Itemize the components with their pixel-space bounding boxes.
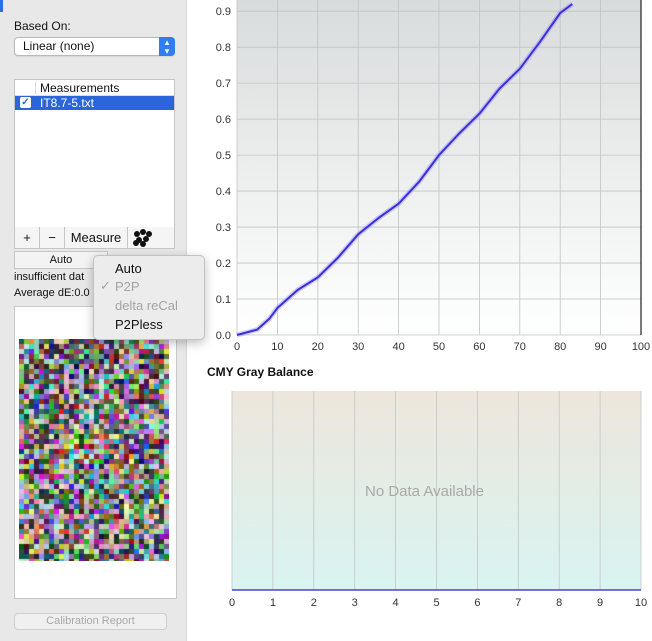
x-tick-label: 8 [556, 597, 562, 609]
y-tick-label: 0.3 [216, 222, 231, 234]
menu-item-delta-recal: delta reCal [115, 298, 178, 313]
x-tick-label: 40 [392, 341, 404, 353]
menu-item-p2p: P2P [115, 279, 140, 294]
checkmark-icon: ✓ [100, 278, 111, 293]
x-tick-label: 10 [271, 341, 283, 353]
y-tick-label: 0.4 [216, 186, 231, 198]
cmy-gray-balance-title: CMY Gray Balance [207, 365, 314, 379]
no-data-message: No Data Available [365, 483, 484, 500]
x-tick-label: 4 [393, 597, 399, 609]
menu-item-p2pless[interactable]: P2Pless [115, 317, 163, 332]
y-tick-label: 0.9 [216, 6, 231, 18]
x-tick-label: 10 [635, 597, 647, 609]
x-tick-label: 6 [474, 597, 480, 609]
mode-popup-menu: Auto ✓ P2P delta reCal P2Pless [93, 255, 205, 340]
x-tick-label: 50 [433, 341, 445, 353]
x-tick-label: 9 [597, 597, 603, 609]
y-tick-label: 0.5 [216, 150, 231, 162]
cmy-gray-balance-chart: 0 1 2 3 4 5 6 7 8 9 10 [229, 391, 647, 609]
x-tick-label: 20 [312, 341, 324, 353]
x-tick-label: 80 [554, 341, 566, 353]
y-tick-label: 0.7 [216, 78, 231, 90]
y-tick-label: 0.8 [216, 42, 231, 54]
y-tick-label: 0.6 [216, 114, 231, 126]
x-tick-label: 7 [515, 597, 521, 609]
x-tick-label: 70 [514, 341, 526, 353]
y-tick-label: 0.2 [216, 258, 231, 270]
x-tick-label: 30 [352, 341, 364, 353]
x-tick-label: 0 [234, 341, 240, 353]
x-tick-label: 60 [473, 341, 485, 353]
x-tick-label: 0 [229, 597, 235, 609]
x-tick-label: 3 [352, 597, 358, 609]
x-tick-label: 100 [632, 341, 650, 353]
y-tick-label: 0.1 [216, 294, 231, 306]
x-tick-label: 90 [594, 341, 606, 353]
x-tick-label: 5 [433, 597, 439, 609]
x-tick-label: 2 [311, 597, 317, 609]
menu-item-auto[interactable]: Auto [115, 261, 142, 276]
top-curve-chart: 0 10 20 30 40 50 60 70 80 90 100 0.0 0.1 0.2 0.3 0.4 0.5… [216, 0, 650, 353]
x-tick-label: 1 [270, 597, 276, 609]
y-tick-label: 0.0 [216, 330, 231, 342]
